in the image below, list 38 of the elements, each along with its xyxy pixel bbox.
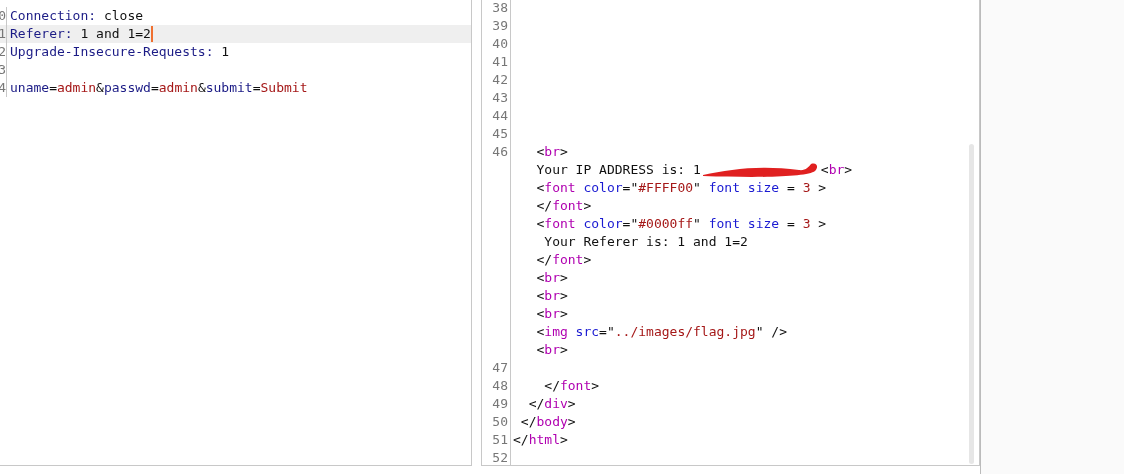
code-line: <br> [535,287,568,305]
code-line: <br> [535,341,568,359]
code-line: </div> [527,395,576,413]
code-line: </html> [513,431,568,449]
code-line: uname=admin&passwd=admin&submit=Submit [10,79,308,97]
code-line: Your Referer is: 1 and 1=2 [543,233,748,251]
line-number: 45 [492,126,508,141]
line-number: 2 [0,43,7,61]
line-number: 44 [492,108,508,123]
code-line: Upgrade-Insecure-Requests: 1 [10,43,230,61]
line-number: 41 [492,54,508,69]
line-number: 46 [492,144,508,159]
code-line: Referer: 1 and 1=2 [10,25,151,43]
line-number: 39 [492,18,508,33]
line-number: 48 [492,378,508,393]
line-number: 50 [492,414,508,429]
code-line: <br> [535,305,568,323]
code-line: <img src="../images/flag.jpg" /> [535,323,787,341]
line-number: 52 [492,450,508,465]
code-line: Connection: close [10,7,144,25]
line-number: 43 [492,90,508,105]
code-line: </font> [535,197,592,215]
code-line: Your IP ADDRESS is: 1 <br> [535,161,853,179]
code-line: </body> [519,413,576,431]
line-number: 38 [492,0,508,15]
line-number: 47 [492,360,508,375]
scrollbar-thumb[interactable] [969,144,974,464]
line-number: 49 [492,396,508,411]
line-number: 1 [0,25,7,43]
code-line: </font> [535,251,592,269]
line-number: 40 [492,36,508,51]
line-number: 51 [492,432,508,447]
code-line: </font> [543,377,600,395]
line-number: 42 [492,72,508,87]
code-line: <font color="#FFFF00" font size = 3 > [535,179,827,197]
code-line: <font color="#0000ff" font size = 3 > [535,215,827,233]
code-line: <br> [535,269,568,287]
code-line: <br> [535,143,568,161]
